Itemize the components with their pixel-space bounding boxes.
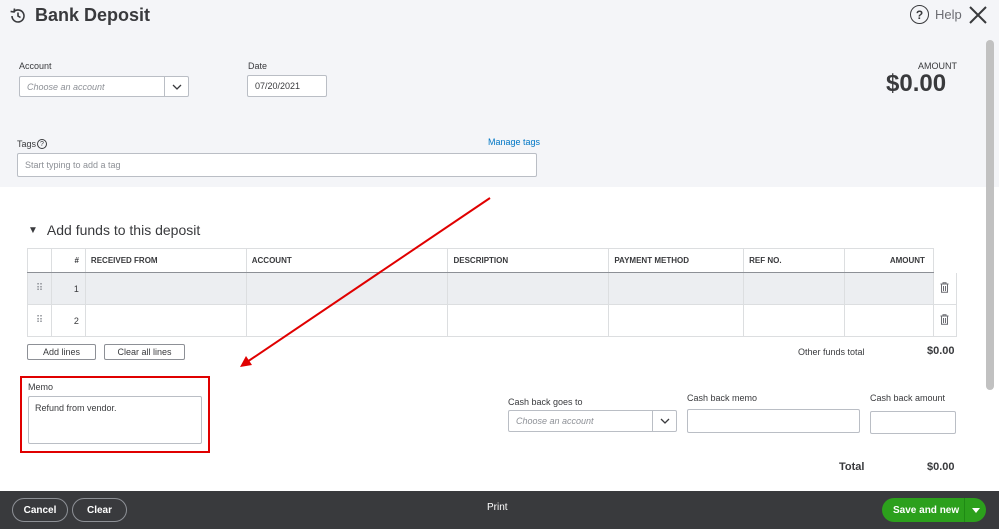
payment-method-cell[interactable] <box>608 272 744 305</box>
total-value: $0.00 <box>927 461 955 473</box>
amount-cell[interactable] <box>844 304 934 337</box>
drag-handle-icon[interactable]: ⠿ <box>27 272 52 305</box>
column-header: RECEIVED FROM <box>84 248 247 273</box>
row-number: 1 <box>50 272 86 305</box>
received-from-cell[interactable] <box>84 272 247 305</box>
column-header: DESCRIPTION <box>447 248 609 273</box>
close-icon[interactable] <box>967 4 989 26</box>
drag-handle-icon[interactable]: ⠿ <box>27 304 52 337</box>
table-row[interactable]: ⠿ 2 <box>27 304 958 337</box>
received-from-cell[interactable] <box>84 304 247 337</box>
manage-tags-link[interactable]: Manage tags <box>488 137 540 147</box>
column-header: PAYMENT METHOD <box>608 248 744 273</box>
page-title: Bank Deposit <box>35 5 151 25</box>
cancel-button[interactable]: Cancel <box>12 498 68 522</box>
column-header: REF NO. <box>743 248 845 273</box>
description-cell[interactable] <box>447 272 609 305</box>
amount-cell[interactable] <box>844 272 934 305</box>
cash-back-memo-label: Cash back memo <box>687 393 758 403</box>
tags-help-icon[interactable]: ? <box>37 139 47 149</box>
account-label: Account <box>19 61 52 71</box>
scrollbar[interactable] <box>986 40 994 390</box>
ref-no-cell[interactable] <box>743 272 845 305</box>
trash-icon[interactable] <box>932 304 958 337</box>
trash-icon[interactable] <box>932 272 958 305</box>
memo-label: Memo <box>28 382 54 392</box>
date-input[interactable]: 07/20/2021 <box>247 75 327 97</box>
total-label: Total <box>839 461 865 473</box>
clear-all-lines-button[interactable]: Clear all lines <box>104 344 185 360</box>
caret-down-icon: ▼ <box>28 224 38 236</box>
deposit-lines-table: # RECEIVED FROM ACCOUNT DESCRIPTION PAYM… <box>27 248 958 337</box>
account-cell[interactable] <box>245 304 448 337</box>
deposit-section-toggle[interactable]: ▼ Add funds to this deposit <box>28 222 200 238</box>
amount-value: $0.00 <box>886 70 947 97</box>
save-and-new-button[interactable]: Save and new <box>882 498 986 522</box>
add-lines-button[interactable]: Add lines <box>27 344 96 360</box>
description-cell[interactable] <box>447 304 609 337</box>
table-row[interactable]: ⠿ 1 <box>27 272 958 305</box>
memo-highlight-box: Memo Refund from vendor. <box>20 376 210 453</box>
cash-back-amount-label: Cash back amount <box>870 393 946 403</box>
column-header: AMOUNT <box>844 248 934 273</box>
cash-back-account-placeholder: Choose an account <box>516 416 594 426</box>
tags-label: Tags <box>17 139 37 149</box>
column-header: ACCOUNT <box>245 248 448 273</box>
chevron-down-icon[interactable] <box>164 77 188 96</box>
payment-method-cell[interactable] <box>608 304 744 337</box>
cash-back-amount-input[interactable] <box>870 411 956 434</box>
caret-down-icon[interactable] <box>964 498 986 522</box>
section-title: Add funds to this deposit <box>46 222 201 238</box>
date-label: Date <box>248 61 268 71</box>
other-funds-value: $0.00 <box>927 345 955 357</box>
cash-back-goes-to-label: Cash back goes to <box>508 397 583 407</box>
memo-textarea[interactable]: Refund from vendor. <box>28 396 202 444</box>
trash-header <box>932 248 957 273</box>
cash-back-memo-input[interactable] <box>687 409 860 433</box>
save-and-new-label: Save and new <box>893 504 960 516</box>
help-button[interactable]: ? Help <box>910 5 962 24</box>
other-funds-label: Other funds total <box>798 347 865 357</box>
table-header-row: # RECEIVED FROM ACCOUNT DESCRIPTION PAYM… <box>27 248 957 273</box>
account-placeholder: Choose an account <box>27 81 105 92</box>
column-header: # <box>50 248 86 273</box>
chevron-down-icon[interactable] <box>652 411 676 431</box>
clear-button[interactable]: Clear <box>72 498 127 522</box>
cash-back-account-select[interactable]: Choose an account <box>508 410 677 432</box>
ref-no-cell[interactable] <box>743 304 845 337</box>
tags-input[interactable]: Start typing to add a tag <box>17 153 537 177</box>
account-select[interactable]: Choose an account <box>19 76 189 97</box>
drag-header <box>27 248 52 273</box>
tags-placeholder: Start typing to add a tag <box>25 160 121 170</box>
print-link[interactable]: Print <box>487 502 508 513</box>
help-label: Help <box>935 7 962 22</box>
account-cell[interactable] <box>245 272 448 305</box>
row-number: 2 <box>50 304 86 337</box>
recent-history-icon[interactable] <box>8 6 28 26</box>
help-icon: ? <box>910 5 929 24</box>
footer-bar: Cancel Clear Print Save and new <box>0 491 999 529</box>
